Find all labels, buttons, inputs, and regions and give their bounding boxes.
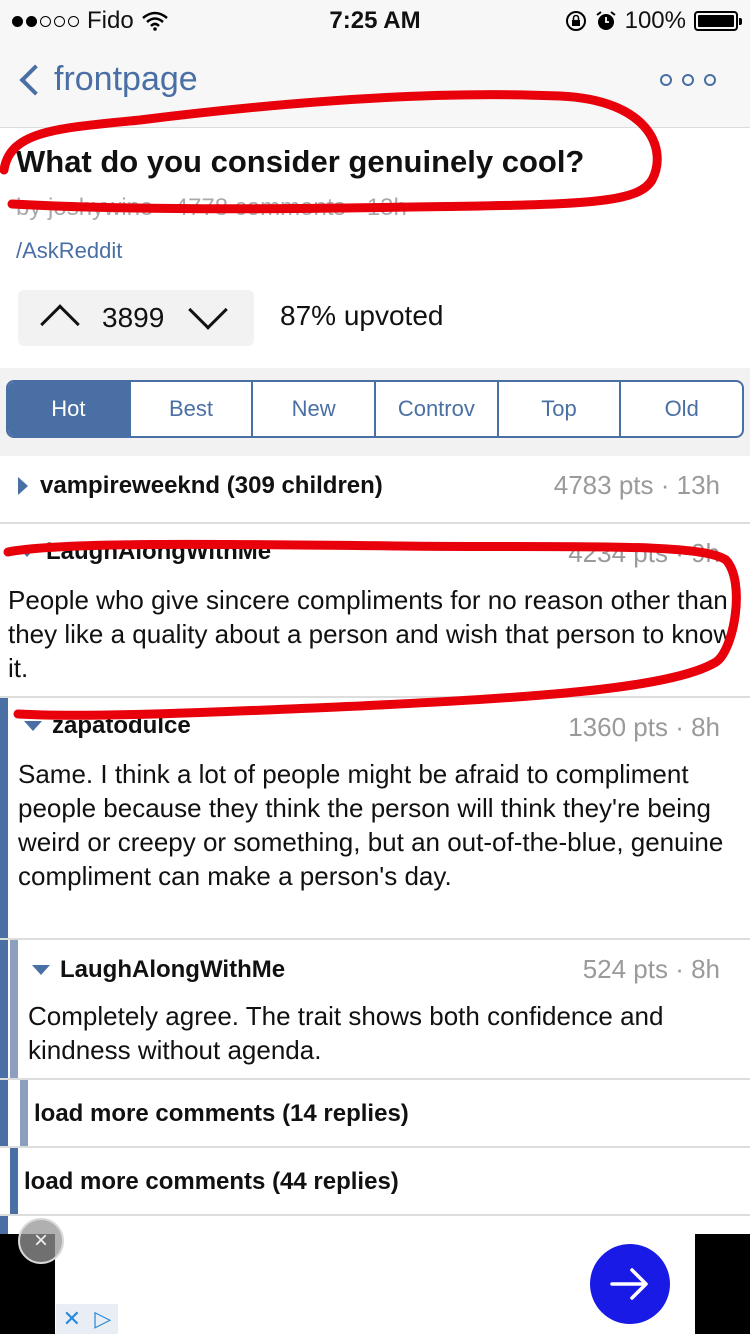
arrow-right-icon xyxy=(610,1268,648,1300)
post-title: What do you consider genuinely cool? xyxy=(16,144,585,179)
vote-controls: 3899 xyxy=(18,290,254,346)
load-more-label[interactable]: load more comments (44 replies) xyxy=(24,1168,399,1196)
sort-tabs-area: Hot Best New Controv Top Old xyxy=(0,368,750,456)
subreddit-link[interactable]: /AskReddit xyxy=(16,238,122,264)
depth-indicator xyxy=(0,940,8,1078)
ad-choices-close[interactable]: ✕ xyxy=(63,1306,81,1332)
comment-points: 1360 pts · 8h xyxy=(568,712,720,742)
back-button[interactable]: frontpage xyxy=(14,60,198,99)
load-more-comments[interactable]: load more comments (14 replies) xyxy=(0,1080,750,1148)
comment-author[interactable]: vampireweeknd (309 children) xyxy=(40,472,383,500)
comment-author[interactable]: LaughAlongWithMe xyxy=(46,538,271,566)
rotation-lock-icon xyxy=(565,11,586,31)
expand-icon[interactable] xyxy=(18,477,28,495)
more-options-icon[interactable] xyxy=(660,74,716,86)
comment-body: Same. I think a lot of people might be a… xyxy=(18,759,724,891)
chevron-left-icon xyxy=(19,63,51,96)
tab-hot[interactable]: Hot xyxy=(8,382,129,436)
load-more-label[interactable]: load more comments (14 replies) xyxy=(34,1100,409,1128)
ad-bezel-right xyxy=(695,1234,750,1334)
depth-indicator xyxy=(10,940,18,1078)
battery-percent: 100% xyxy=(624,7,686,34)
comment-author[interactable]: zapatodulce xyxy=(52,712,191,740)
load-more-comments[interactable]: load more comments (44 replies) xyxy=(0,1148,750,1216)
comment-header: vampireweeknd (309 children) xyxy=(18,472,383,500)
comment-body: People who give sincere compliments for … xyxy=(8,585,733,683)
status-bar: Fido 7:25 AM 100% xyxy=(0,0,750,40)
battery-icon xyxy=(694,11,742,31)
tab-new[interactable]: New xyxy=(251,382,374,436)
comment-reply: LaughAlongWithMe 524 pts · 8h Completely… xyxy=(0,940,750,1080)
depth-indicator xyxy=(0,1080,8,1146)
sort-tabs: Hot Best New Controv Top Old xyxy=(6,380,744,438)
ad-close-icon[interactable]: × xyxy=(18,1218,64,1264)
depth-indicator xyxy=(0,1216,8,1234)
collapse-icon[interactable] xyxy=(32,965,50,975)
post-header: What do you consider genuinely cool? by … xyxy=(0,128,750,368)
comment-points: 4783 pts · 13h xyxy=(553,470,720,500)
comment-reply: zapatodulce 1360 pts · 8h Same. I think … xyxy=(0,698,750,940)
depth-indicator xyxy=(0,698,8,938)
comment-points: 524 pts · 8h xyxy=(582,954,720,984)
comment-collapsed[interactable]: vampireweeknd (309 children) 4783 pts · … xyxy=(0,456,750,524)
back-button-label: frontpage xyxy=(54,60,198,98)
alarm-clock-icon xyxy=(596,11,616,30)
comment-body: Completely agree. The trait shows both c… xyxy=(28,1001,664,1065)
comment: LaughAlongWithMe 4234 pts · 9h People wh… xyxy=(0,524,750,698)
tab-top[interactable]: Top xyxy=(496,382,620,436)
comment-header: LaughAlongWithMe xyxy=(32,956,285,984)
comment-header: LaughAlongWithMe xyxy=(18,538,271,566)
comment-partial xyxy=(0,1216,750,1234)
ad-choices-play[interactable]: ▷ xyxy=(94,1306,111,1332)
collapse-icon[interactable] xyxy=(18,547,36,557)
comment-header: zapatodulce xyxy=(24,712,191,740)
comment-author[interactable]: LaughAlongWithMe xyxy=(60,956,285,984)
downvote-icon[interactable] xyxy=(188,290,228,330)
tab-controversial[interactable]: Controv xyxy=(374,382,497,436)
upvote-ratio: 87% upvoted xyxy=(280,300,444,331)
post-score: 3899 xyxy=(102,302,165,333)
navigation-bar: frontpage xyxy=(0,40,750,128)
comment-points: 4234 pts · 9h xyxy=(568,538,720,568)
collapse-icon[interactable] xyxy=(24,721,42,731)
tab-best[interactable]: Best xyxy=(128,382,252,436)
upvote-icon[interactable] xyxy=(40,304,80,344)
ad-arrow-button[interactable] xyxy=(590,1244,670,1324)
ad-choices-icon[interactable]: ✕ ▷ xyxy=(56,1304,118,1334)
tab-old[interactable]: Old xyxy=(619,382,742,436)
depth-indicator xyxy=(10,1148,18,1214)
post-meta[interactable]: by joshywine · 4778 comments · 13h xyxy=(16,194,407,222)
status-indicators: 100% xyxy=(565,7,742,35)
depth-indicator xyxy=(20,1080,28,1146)
